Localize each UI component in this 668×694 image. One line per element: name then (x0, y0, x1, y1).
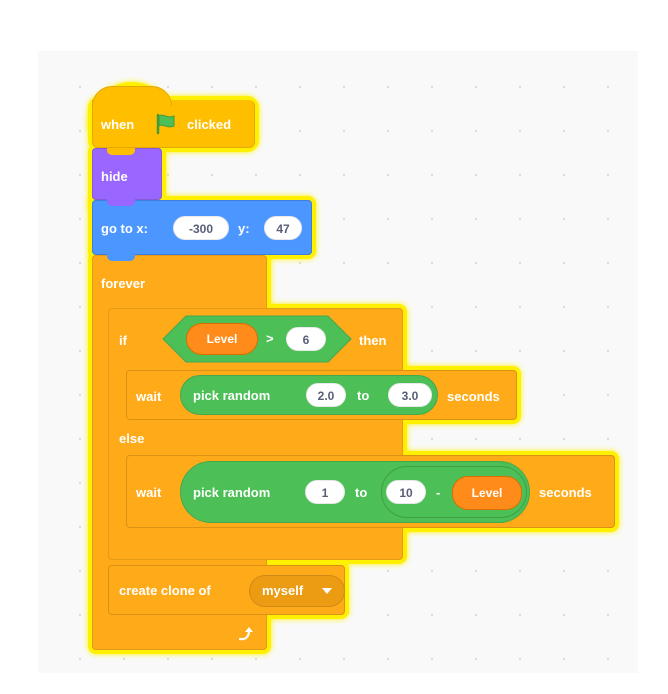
y-label: y: (238, 221, 250, 236)
to-label: to (357, 388, 370, 403)
random-from-input[interactable]: 2.0 (306, 383, 346, 407)
greater-than-condition[interactable]: Level > 6 (162, 315, 352, 363)
hide-bottom-tab (107, 199, 135, 206)
else-label: else (119, 431, 145, 446)
random-from-input[interactable]: 1 (305, 480, 345, 504)
random-to-input[interactable]: 3.0 (388, 383, 432, 407)
level-variable[interactable]: Level (452, 476, 522, 510)
seconds-label: seconds (539, 485, 592, 500)
y-input[interactable]: 47 (264, 216, 302, 240)
wait-label: wait (136, 389, 162, 404)
greater-than-operator: > (266, 331, 274, 346)
subtract-reporter[interactable]: 10 - Level (381, 466, 527, 518)
to-label: to (355, 485, 368, 500)
pick-random-reporter-else[interactable]: pick random 1 to 10 - Level (180, 461, 530, 523)
top-notch (107, 148, 135, 155)
pick-random-label: pick random (193, 388, 271, 403)
green-flag-icon (154, 113, 178, 140)
dropdown-arrow-icon (322, 588, 332, 594)
pick-random-label: pick random (193, 485, 271, 500)
then-label: then (359, 333, 387, 348)
clone-target-dropdown[interactable]: myself (249, 575, 345, 607)
hide-block[interactable]: hide (92, 148, 162, 200)
loop-arrow-icon (238, 626, 254, 647)
condition-value-input[interactable]: 6 (286, 327, 326, 351)
goto-bottom-tab (107, 254, 135, 261)
pick-random-reporter-if[interactable]: pick random 2.0 to 3.0 (180, 375, 438, 415)
seconds-label: seconds (447, 389, 500, 404)
forever-label: forever (101, 276, 146, 291)
level-variable[interactable]: Level (186, 323, 258, 355)
hide-label: hide (101, 169, 128, 184)
create-clone-block[interactable]: create clone of myself (108, 565, 345, 615)
when-flag-clicked-block[interactable]: when clicked (92, 100, 255, 148)
go-to-xy-block[interactable]: go to x: -300 y: 47 (92, 200, 312, 255)
hat-cap (92, 86, 172, 106)
go-to-label: go to x: (101, 221, 148, 236)
minus-operator: - (436, 485, 441, 500)
wait-label: wait (136, 485, 162, 500)
when-label: when (101, 117, 135, 132)
clone-target-value: myself (262, 583, 304, 598)
create-clone-label: create clone of (119, 583, 211, 598)
if-label: if (119, 333, 127, 348)
x-input[interactable]: -300 (173, 216, 229, 240)
minuend-input[interactable]: 10 (386, 480, 426, 504)
clicked-label: clicked (187, 117, 232, 132)
